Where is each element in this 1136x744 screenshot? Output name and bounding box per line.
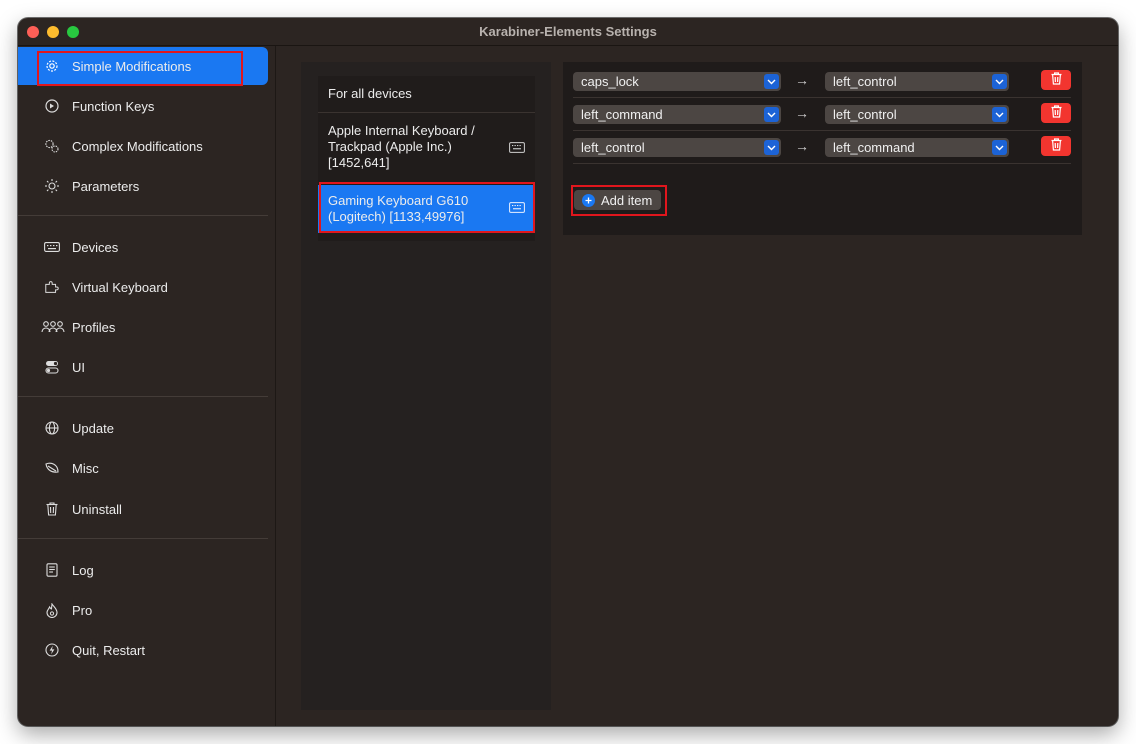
chevron-down-icon	[764, 74, 779, 89]
sidebar-item-label: Update	[72, 420, 114, 436]
from-key-value: left_command	[581, 107, 663, 122]
puzzle-icon	[44, 279, 60, 295]
sidebar-item-devices[interactable]: Devices	[18, 228, 268, 266]
sidebar-item-virtual-keyboard[interactable]: Virtual Keyboard	[18, 268, 268, 306]
sidebar-item-label: Devices	[72, 239, 119, 255]
keyboard-icon	[509, 141, 525, 157]
trash-icon	[1051, 138, 1062, 154]
to-key-select[interactable]: left_control	[825, 72, 1009, 91]
gear-icon	[44, 58, 60, 74]
sidebar-item-label: Uninstall	[72, 501, 122, 517]
settings-window: Karabiner-Elements Settings Simple Modif…	[18, 18, 1118, 726]
sidebar-item-label: UI	[72, 359, 85, 375]
delete-mapping-button[interactable]	[1041, 103, 1071, 123]
sidebar-item-label: Parameters	[72, 178, 140, 194]
delete-mapping-button[interactable]	[1041, 70, 1071, 90]
sidebar-item-label: Quit, Restart	[72, 642, 145, 658]
sidebar: Simple Modifications Function Keys Compl…	[18, 46, 276, 726]
to-key-select[interactable]: left_control	[825, 105, 1009, 124]
device-item-apple-internal[interactable]: Apple Internal Keyboard / Trackpad (Appl…	[318, 113, 535, 184]
toggles-icon	[44, 359, 60, 375]
mappings-panel: caps_lock → left_control left_command → …	[563, 62, 1082, 235]
mapping-row: caps_lock → left_control	[573, 65, 1071, 98]
sidebar-item-misc[interactable]: Misc	[18, 449, 268, 487]
title-bar: Karabiner-Elements Settings	[18, 18, 1118, 46]
sidebar-item-label: Misc	[72, 460, 99, 476]
to-key-value: left_control	[833, 74, 897, 89]
sidebar-item-label: Pro	[72, 602, 93, 618]
window-title: Karabiner-Elements Settings	[479, 24, 657, 39]
add-item-button[interactable]: Add item	[574, 190, 661, 210]
device-name-line: [1452,641]	[328, 155, 390, 170]
device-name-line: Gaming Keyboard G610	[328, 193, 469, 208]
sidebar-item-label: Complex Modifications	[72, 138, 203, 154]
chevron-down-icon	[992, 140, 1007, 155]
sidebar-item-label: Log	[72, 562, 94, 578]
document-icon	[44, 562, 60, 578]
people-icon	[40, 319, 66, 335]
keyboard-icon	[509, 201, 525, 217]
from-key-select[interactable]: left_command	[573, 105, 781, 124]
sidebar-item-profiles[interactable]: Profiles	[18, 308, 268, 346]
sidebar-divider	[18, 538, 268, 539]
keyboard-icon	[44, 239, 60, 255]
plus-icon	[582, 193, 595, 207]
mapping-row: left_control → left_command	[573, 131, 1071, 164]
sidebar-item-complex-modifications[interactable]: Complex Modifications	[18, 127, 268, 165]
from-key-select[interactable]: left_control	[573, 138, 781, 157]
sidebar-item-function-keys[interactable]: Function Keys	[18, 87, 268, 125]
device-name: For all devices	[328, 86, 412, 101]
arrow-right-icon: →	[795, 72, 809, 88]
function-icon	[44, 98, 60, 114]
device-item-gaming-keyboard[interactable]: Gaming Keyboard G610 (Logitech) [1133,49…	[318, 185, 535, 233]
device-list: For all devices Apple Internal Keyboard …	[318, 76, 535, 241]
add-item-label: Add item	[601, 192, 653, 208]
sidebar-item-label: Simple Modifications	[72, 58, 192, 74]
device-name-line: Trackpad (Apple Inc.)	[328, 139, 452, 154]
globe-icon	[44, 420, 60, 436]
row-divider	[573, 163, 1071, 164]
to-key-select[interactable]: left_command	[825, 138, 1009, 157]
sidebar-item-uninstall[interactable]: Uninstall	[18, 490, 268, 528]
arrow-right-icon: →	[795, 138, 809, 154]
flame-icon	[44, 602, 60, 618]
trash-icon	[1051, 72, 1062, 88]
trash-icon	[44, 501, 60, 517]
sidebar-item-update[interactable]: Update	[18, 409, 268, 447]
from-key-select[interactable]: caps_lock	[573, 72, 781, 91]
delete-mapping-button[interactable]	[1041, 136, 1071, 156]
sidebar-item-pro[interactable]: Pro	[18, 591, 268, 629]
sidebar-item-simple-modifications[interactable]: Simple Modifications	[18, 47, 268, 85]
sidebar-item-label: Profiles	[72, 319, 116, 335]
chevron-down-icon	[992, 107, 1007, 122]
leaf-icon	[44, 460, 60, 476]
trash-icon	[1051, 105, 1062, 121]
arrow-right-icon: →	[795, 105, 809, 121]
bolt-icon	[44, 642, 60, 658]
sidebar-item-quit-restart[interactable]: Quit, Restart	[18, 631, 268, 669]
chevron-down-icon	[764, 107, 779, 122]
device-name-line: Apple Internal Keyboard /	[328, 123, 475, 138]
sun-icon	[44, 178, 60, 194]
device-name-line: (Logitech) [1133,49976]	[328, 209, 465, 224]
sidebar-item-parameters[interactable]: Parameters	[18, 167, 268, 205]
chevron-down-icon	[992, 74, 1007, 89]
sidebar-item-label: Function Keys	[72, 98, 155, 114]
from-key-value: left_control	[581, 140, 645, 155]
chevron-down-icon	[764, 140, 779, 155]
device-panel: For all devices Apple Internal Keyboard …	[301, 62, 551, 710]
sidebar-item-label: Virtual Keyboard	[72, 279, 168, 295]
to-key-value: left_control	[833, 107, 897, 122]
to-key-value: left_command	[833, 140, 915, 155]
sidebar-divider	[18, 396, 268, 397]
sidebar-divider	[18, 215, 268, 216]
gears-icon	[44, 138, 60, 154]
from-key-value: caps_lock	[581, 74, 639, 89]
mapping-row: left_command → left_control	[573, 98, 1071, 131]
device-item-all[interactable]: For all devices	[318, 76, 535, 112]
sidebar-item-ui[interactable]: UI	[18, 348, 268, 386]
sidebar-item-log[interactable]: Log	[18, 551, 268, 589]
